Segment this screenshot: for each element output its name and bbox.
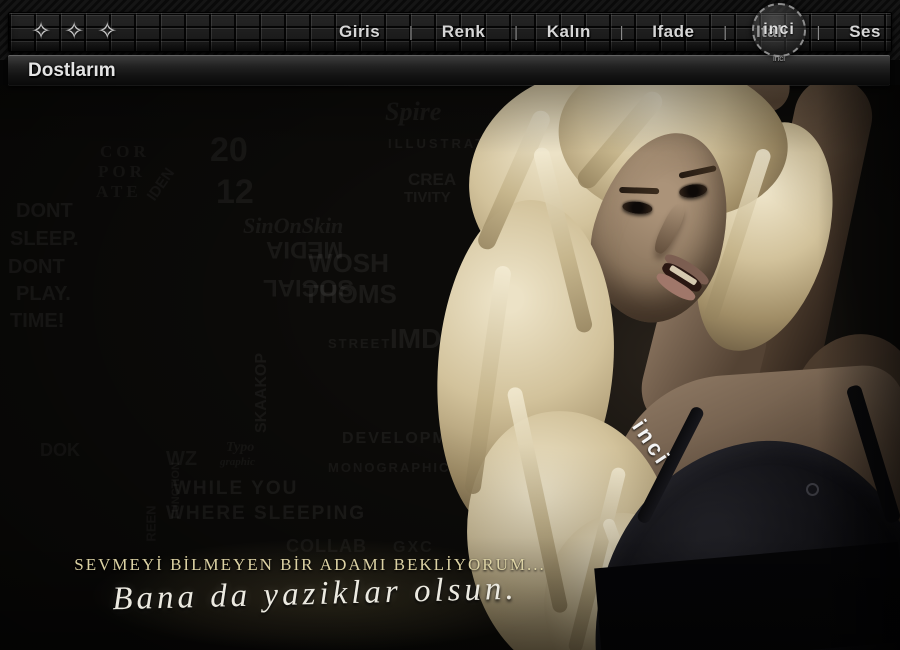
nose	[651, 201, 689, 257]
eye-left	[622, 200, 653, 215]
menu-separator: |	[817, 24, 821, 41]
menu-separator: |	[514, 24, 518, 41]
nav-item-ifade[interactable]: Ifade	[652, 22, 694, 42]
eyebrow-left	[619, 187, 659, 194]
nav-item-giris[interactable]: Giris	[339, 22, 380, 42]
page: ✧ ✧ ✧ Giris|Renk|Kalın|Ifade|Itali|Ses i…	[0, 0, 900, 650]
menu-separator: |	[620, 24, 624, 41]
nav-item-kalın[interactable]: Kalın	[547, 22, 591, 42]
menu-separator: |	[723, 24, 727, 41]
menu-separator: |	[409, 24, 413, 41]
inci-logo-text: inci	[763, 21, 795, 39]
inci-logo-subtext: inci	[747, 54, 811, 63]
nav-item-renk[interactable]: Renk	[442, 22, 486, 42]
eyebrow-right	[678, 165, 716, 179]
diamond-icon: ✧	[97, 20, 117, 44]
inci-logo-badge: inci inci	[747, 3, 811, 61]
nav-decor-diamonds: ✧ ✧ ✧	[31, 13, 117, 51]
diamond-icon: ✧	[64, 20, 84, 44]
inci-logo-circle: inci	[752, 3, 806, 57]
right-edge-shadow	[818, 85, 900, 650]
nav-item-ses[interactable]: Ses	[849, 22, 881, 42]
profile-theme-image: SpireCORPORATEIDEN2012DONTSLEEP.DONTPLAY…	[0, 85, 900, 650]
eye-right	[678, 183, 708, 200]
diamond-icon: ✧	[31, 20, 51, 44]
